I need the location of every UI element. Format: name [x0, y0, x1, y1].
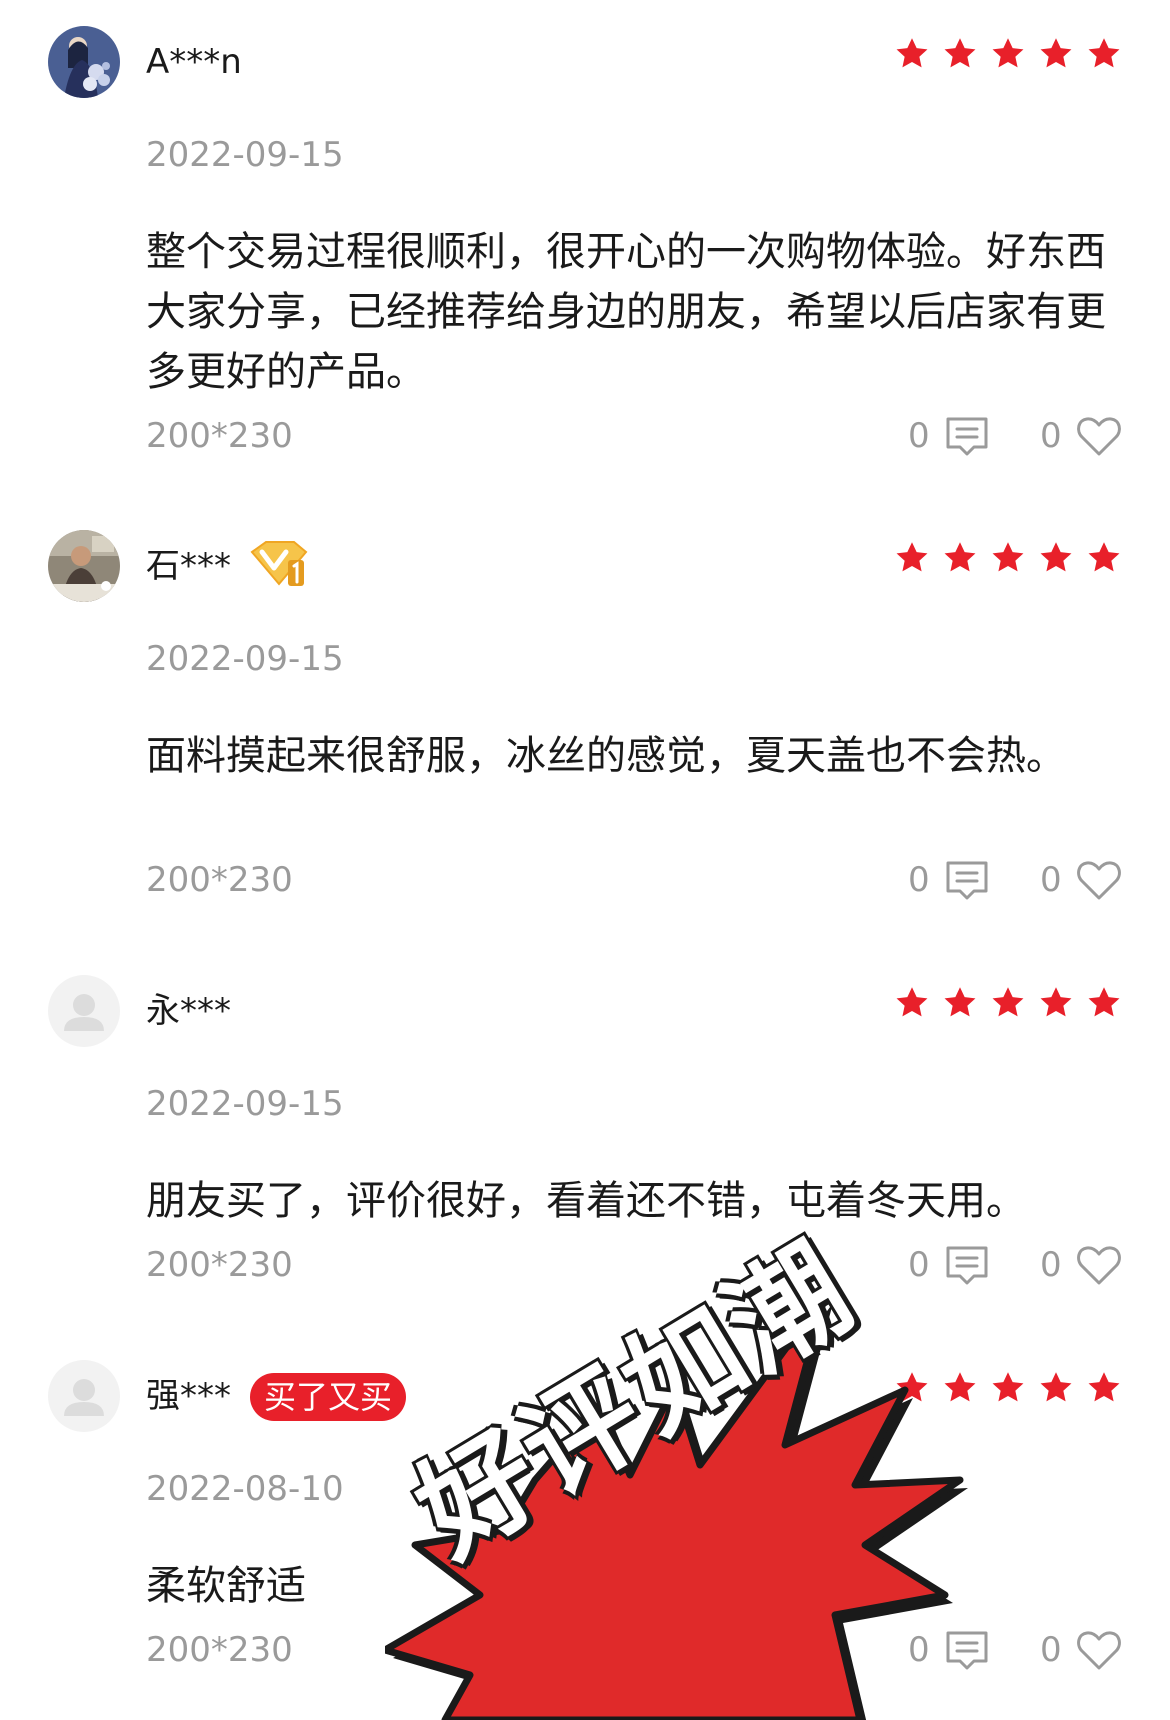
star-rating: [894, 540, 1122, 580]
review-item: 永*** 2022-09-15 朋友买了，评价很好，看着还不错，屯着冬天用。 2…: [0, 975, 1170, 1295]
like-count: 0: [1040, 1245, 1062, 1285]
comment-count: 0: [908, 416, 930, 456]
avatar[interactable]: [48, 975, 120, 1047]
star-icon: [1040, 38, 1072, 68]
review-date: 2022-08-10: [146, 1469, 344, 1509]
avatar[interactable]: [48, 1360, 120, 1432]
review-footer: 200*230 0 0: [0, 410, 1170, 462]
star-icon: [1040, 987, 1072, 1017]
heart-icon[interactable]: [1076, 1628, 1122, 1672]
review-item: A***n 2022-09-15 整个交易过程很顺利，很开心的一次购物体验。好东…: [0, 26, 1170, 456]
like-count: 0: [1040, 416, 1062, 456]
star-rating: [894, 985, 1122, 1025]
username: 强***: [146, 1376, 231, 1416]
review-footer: 200*230 0 0: [0, 1239, 1170, 1291]
star-icon: [1088, 38, 1120, 68]
star-icon: [992, 542, 1024, 572]
comment-icon[interactable]: [944, 416, 990, 458]
review-date: 2022-09-15: [146, 1084, 344, 1124]
review-text: 朋友买了，评价很好，看着还不错，屯着冬天用。: [146, 1178, 1026, 1224]
star-icon: [1088, 987, 1120, 1017]
repurchase-badge: 买了又买: [250, 1373, 407, 1421]
star-icon: [992, 38, 1024, 68]
star-icon: [1088, 1372, 1120, 1402]
heart-icon[interactable]: [1076, 1243, 1122, 1287]
review-text: 整个交易过程很顺利，很开心的一次购物体验。好东西大家分享，已经推荐给身边的朋友，…: [146, 229, 1106, 395]
star-rating: [894, 36, 1122, 76]
username: 石***: [146, 546, 231, 586]
spec-label: 200*230: [146, 1630, 293, 1670]
star-icon: [944, 38, 976, 68]
comment-count: 0: [908, 860, 930, 900]
review-date: 2022-09-15: [146, 135, 344, 175]
comment-icon[interactable]: [944, 1245, 990, 1287]
comment-icon[interactable]: [944, 860, 990, 902]
heart-icon[interactable]: [1076, 414, 1122, 458]
review-list: A***n 2022-09-15 整个交易过程很顺利，很开心的一次购物体验。好东…: [0, 0, 1170, 1720]
username: A***n: [146, 42, 242, 82]
star-icon: [896, 987, 928, 1017]
avatar[interactable]: [48, 530, 120, 602]
like-count: 0: [1040, 860, 1062, 900]
avatar[interactable]: [48, 26, 120, 98]
heart-icon[interactable]: [1076, 858, 1122, 902]
star-icon: [896, 542, 928, 572]
star-icon: [992, 987, 1024, 1017]
comment-count: 0: [908, 1245, 930, 1285]
star-icon: [1040, 542, 1072, 572]
review-footer: 200*230 0 0: [0, 854, 1170, 906]
review-text: 面料摸起来很舒服，冰丝的感觉，夏天盖也不会热。: [146, 733, 1066, 779]
username: 永***: [146, 991, 231, 1031]
spec-label: 200*230: [146, 860, 293, 900]
star-icon: [896, 38, 928, 68]
star-icon: [944, 987, 976, 1017]
review-item: 石*** 2022-09-15 面料摸起来很舒服，冰丝的感觉，夏天盖也不会热。 …: [0, 530, 1170, 910]
star-icon: [944, 542, 976, 572]
star-icon: [1040, 1372, 1072, 1402]
spec-label: 200*230: [146, 1245, 293, 1285]
gold-vip-icon: [250, 541, 308, 586]
star-icon: [1088, 542, 1120, 572]
spec-label: 200*230: [146, 416, 293, 456]
review-date: 2022-09-15: [146, 639, 344, 679]
like-count: 0: [1040, 1630, 1062, 1670]
